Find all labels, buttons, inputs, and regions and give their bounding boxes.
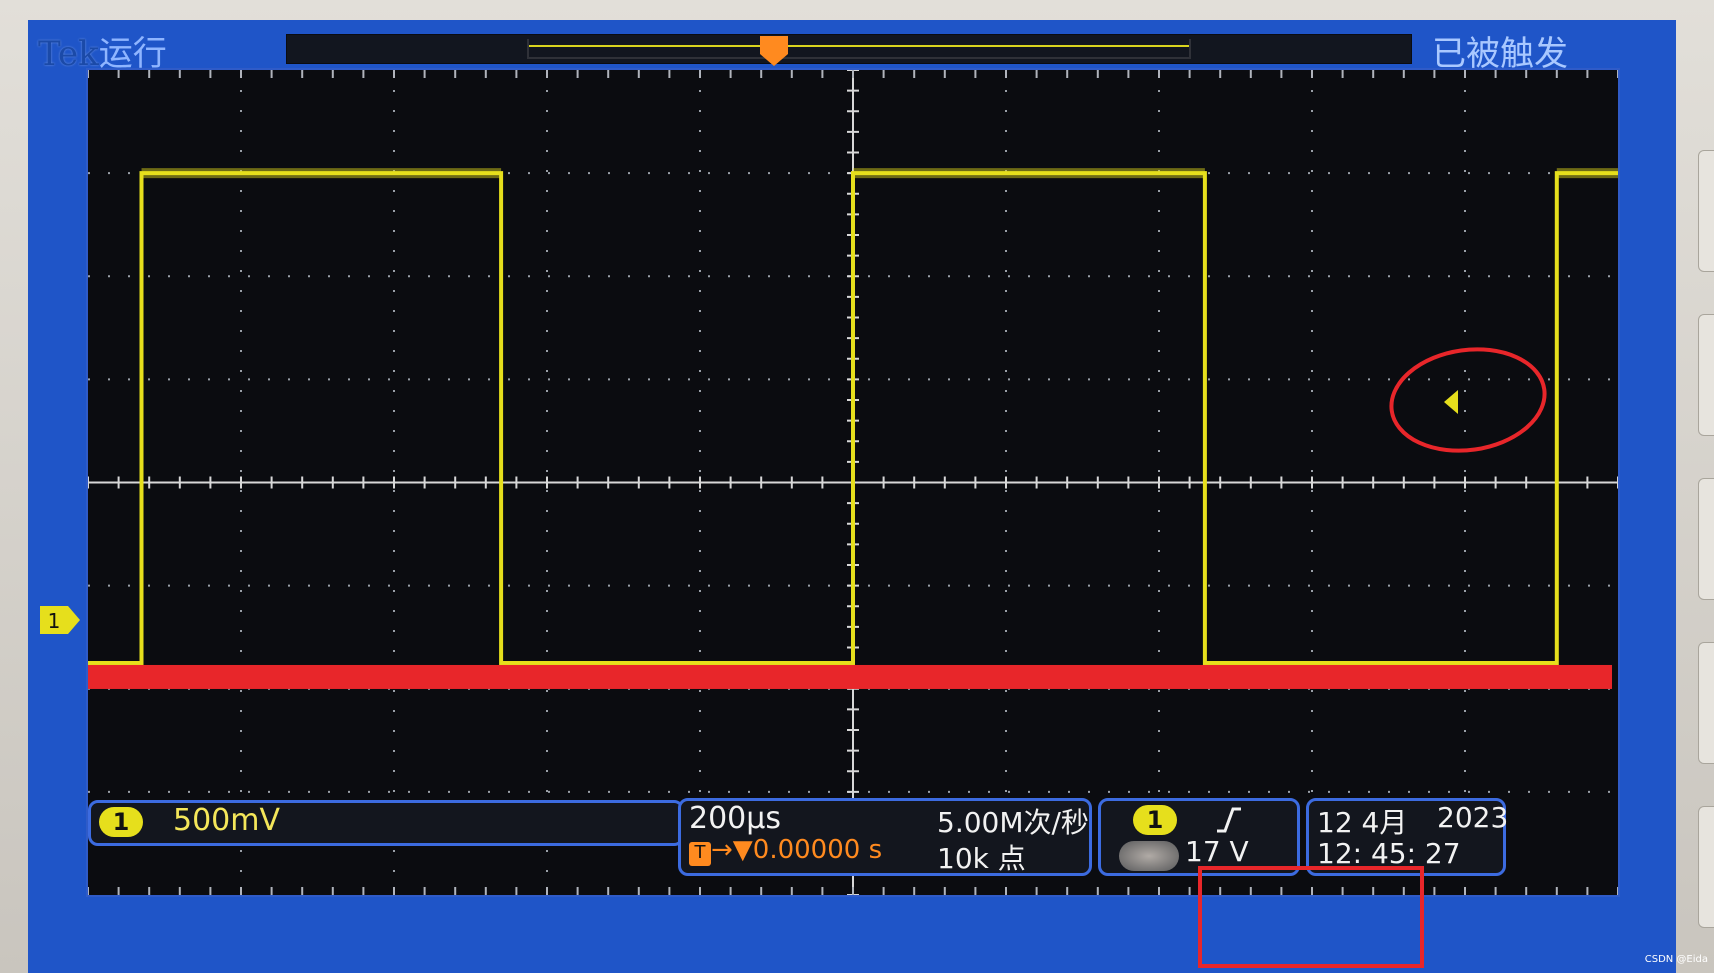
channel-badge: 1	[99, 807, 143, 837]
oscilloscope-screen: Tek运行 已被触发 T 1 1 500mV 200µs T→▼0.00000 …	[28, 20, 1676, 973]
datetime-panel: 12 4月 2023 12: 45: 27	[1306, 798, 1509, 876]
bezel-button-5[interactable]	[1698, 806, 1714, 928]
year: 2023	[1437, 801, 1509, 834]
trigger-delay-value: 0.00000 s	[752, 835, 883, 865]
record-window-indicator	[527, 39, 1191, 59]
waveform-display	[86, 68, 1620, 897]
channel-ground-marker[interactable]: 1	[38, 604, 82, 636]
trigger-panel[interactable]: 1 17 V	[1098, 798, 1300, 876]
finger-blur	[1119, 841, 1179, 871]
trigger-delay: T →▼0.00000 s	[689, 835, 882, 866]
bezel-button-1[interactable]	[1698, 150, 1714, 272]
trigger-level-highlight-box	[1198, 866, 1424, 968]
record-view-bar	[286, 34, 1412, 64]
time-per-div: 200µs	[689, 801, 781, 836]
trigger-source-badge: 1	[1133, 805, 1177, 835]
watermark: CSDN @Eida	[1644, 954, 1708, 965]
bezel-button-3[interactable]	[1698, 478, 1714, 600]
trigger-level-annotation	[1389, 347, 1547, 453]
trigger-level: 17 V	[1185, 835, 1249, 868]
record-length: 10k 点	[937, 842, 1026, 875]
date: 12 4月	[1317, 806, 1408, 839]
channel-scale-value: 500mV	[173, 803, 281, 838]
side-bezel-buttons	[1698, 150, 1714, 970]
svg-text:1: 1	[48, 609, 61, 633]
bezel-button-2[interactable]	[1698, 314, 1714, 436]
arrow-left-icon[interactable]	[1444, 390, 1458, 414]
timebase-panel[interactable]: 200µs T →▼0.00000 s 5.00M次/秒 10k 点	[678, 798, 1092, 876]
trigger-t-icon: T	[689, 842, 711, 866]
waveform-plot	[88, 70, 1618, 895]
channel-scale-panel[interactable]: 1 500mV	[88, 800, 684, 846]
trigger-pointer-icon	[760, 36, 788, 66]
sample-rate: 5.00M次/秒	[937, 806, 1089, 839]
ground-level-highlight	[88, 664, 1612, 689]
bezel-button-4[interactable]	[1698, 642, 1714, 764]
rising-edge-icon	[1217, 807, 1241, 833]
